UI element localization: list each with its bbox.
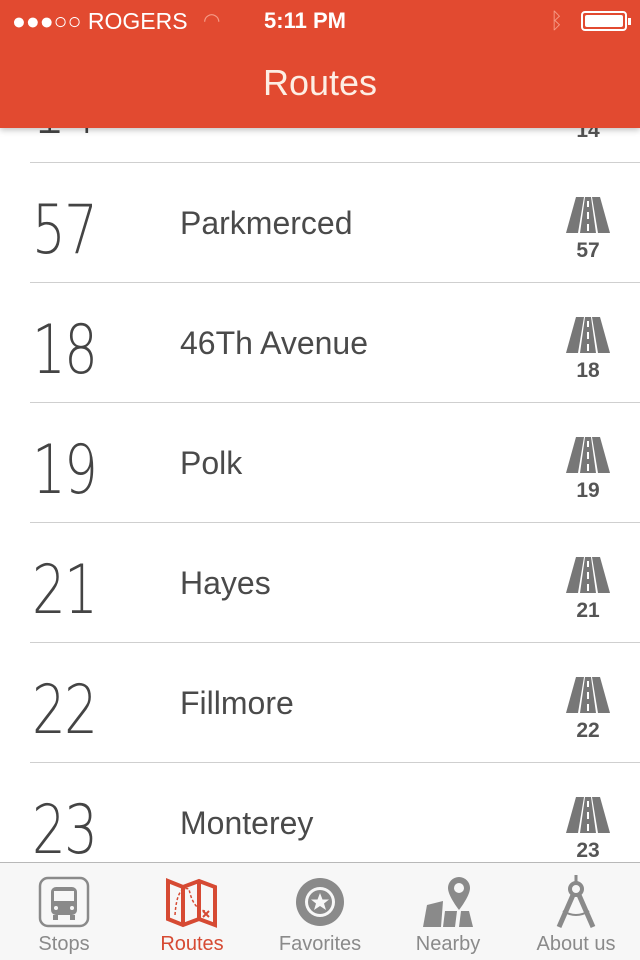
route-badge-number: 18 [576,359,600,382]
map-icon [166,878,217,928]
route-number: 23 [32,791,98,870]
route-number: 21 [32,551,98,630]
bus-icon [38,876,90,928]
tab-label: Nearby [415,933,481,955]
routes-list[interactable]: 14 1457 Parkmerced 5718 46Th Avenue 1819… [0,43,640,883]
bluetooth-icon: ᛒ [550,8,564,33]
route-row[interactable]: 57 Parkmerced 57 [30,163,640,283]
route-number: 19 [32,431,98,510]
tab-nearby[interactable]: Nearby [384,863,512,960]
road-icon [566,317,610,353]
route-badge-number: 22 [576,719,600,742]
tab-favorites[interactable]: Favorites [256,863,384,960]
route-name: Monterey [180,805,314,841]
tab-label: About us [536,933,616,955]
route-badge-number: 57 [576,239,600,262]
road-icon [566,197,610,233]
status-time: 5:11 PM [264,8,346,33]
route-row[interactable]: 21 Hayes 21 [30,523,640,643]
page-title: Routes [262,62,378,103]
nav-header: ●●●○○ ROGERS ◠ 5:11 PM ᛒ Routes [0,0,640,128]
tab-about-us[interactable]: About us [512,863,640,960]
route-name: Hayes [180,565,271,601]
route-number: 18 [32,311,98,390]
tab-label: Stops [38,933,90,955]
route-number: 22 [32,671,98,750]
route-name: 46Th Avenue [180,325,369,361]
route-row[interactable]: 18 46Th Avenue 18 [30,283,640,403]
tab-stops[interactable]: Stops [0,863,128,960]
compass-icon [556,875,596,929]
route-name: Polk [180,445,243,481]
road-icon [566,437,610,473]
route-number: 57 [32,191,98,270]
star-badge-icon [296,878,344,926]
route-row[interactable]: 19 Polk 19 [30,403,640,523]
road-icon [566,677,610,713]
route-badge-number: 21 [576,599,600,622]
route-row[interactable]: 22 Fillmore 22 [30,643,640,763]
map-pin-icon [423,877,473,927]
tab-bar: Stops Routes Favorites Nearby About us [0,862,640,960]
battery-icon [581,11,631,31]
tab-label: Routes [160,933,224,955]
route-badge-number: 19 [576,479,600,502]
tab-routes[interactable]: Routes [128,863,256,960]
road-icon [566,557,610,593]
road-icon [566,797,610,833]
route-badge-number: 23 [576,839,600,862]
route-name: Fillmore [180,685,294,721]
status-bar: ●●●○○ ROGERS ◠ 5:11 PM ᛒ [0,0,640,40]
tab-label: Favorites [278,933,362,955]
route-name: Parkmerced [180,205,353,241]
